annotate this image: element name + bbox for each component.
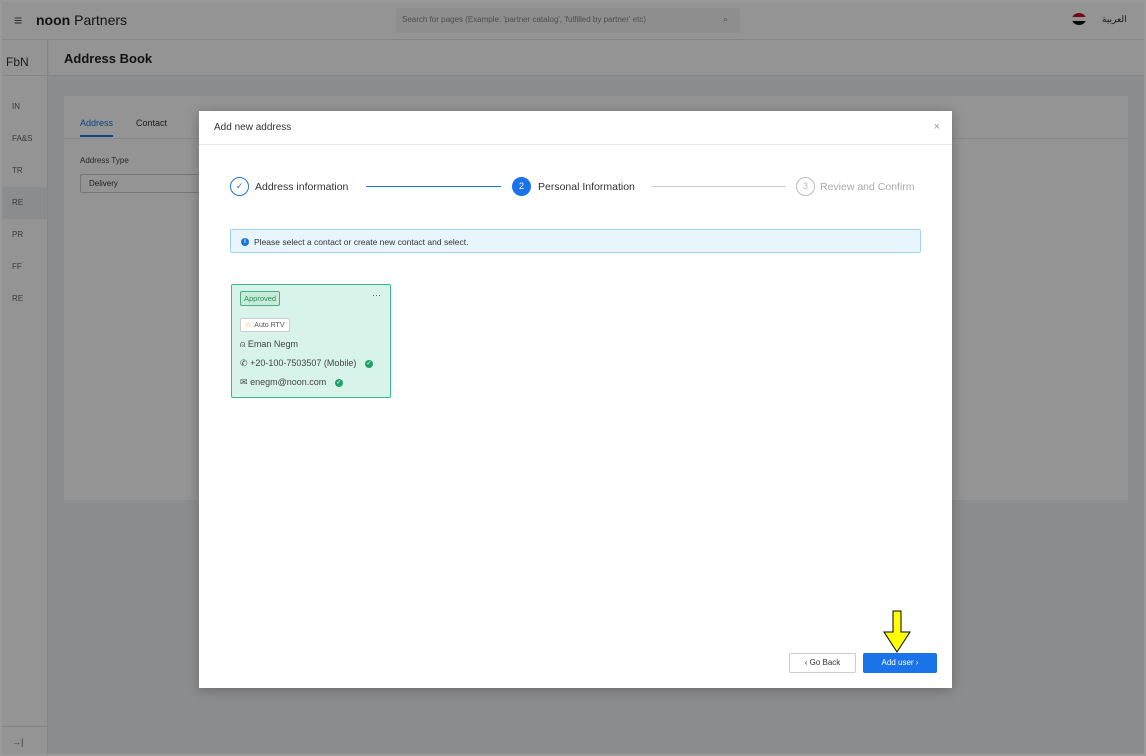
auto-rtv-tag: ☆ Auto RTV xyxy=(240,318,290,332)
info-banner: i Please select a contact or create new … xyxy=(230,229,921,253)
contact-name: Eman Negm xyxy=(247,339,298,349)
step-connector-1 xyxy=(366,186,501,187)
info-message: Please select a contact or create new co… xyxy=(254,237,469,247)
contact-name-row: ⍝ Eman Negm xyxy=(240,339,298,350)
go-back-button[interactable]: ‹ Go Back xyxy=(789,653,856,673)
contact-phone-row: ✆ +20-100-7503507 (Mobile) ✓ xyxy=(240,358,373,369)
chevron-right-icon: › xyxy=(915,658,919,667)
star-icon: ☆ xyxy=(245,322,252,329)
step-3-number: 3 xyxy=(796,177,815,196)
step-2-number: 2 xyxy=(512,177,531,196)
mail-icon: ✉ xyxy=(240,377,248,387)
chevron-left-icon: ‹ xyxy=(804,658,808,667)
add-user-button[interactable]: Add user › xyxy=(863,653,937,673)
more-options-icon[interactable]: ··· xyxy=(372,290,381,300)
contact-email-row: ✉ enegm@noon.com ✓ xyxy=(240,377,343,388)
contact-card[interactable]: Approved ··· ☆ Auto RTV ⍝ Eman Negm ✆ +20… xyxy=(231,284,391,398)
step-connector-2 xyxy=(651,186,786,187)
status-badge: Approved xyxy=(240,291,281,306)
modal-header: Add new address × xyxy=(199,111,952,145)
user-icon: ⍝ xyxy=(240,339,246,349)
step-1-label: Address information xyxy=(255,181,349,193)
auto-rtv-label: Auto RTV xyxy=(254,322,285,329)
close-icon[interactable]: × xyxy=(934,121,940,133)
verified-icon: ✓ xyxy=(334,378,343,387)
step-2-label: Personal Information xyxy=(538,181,635,193)
modal-title: Add new address xyxy=(214,122,292,133)
yellow-arrow-annotation-icon xyxy=(883,610,911,653)
info-icon: i xyxy=(241,238,249,246)
contact-phone: +20-100-7503507 (Mobile) xyxy=(250,358,357,368)
add-user-label: Add user xyxy=(881,658,914,667)
step-1-check-icon: ✓ xyxy=(230,177,249,196)
verified-icon: ✓ xyxy=(364,359,373,368)
contact-email: enegm@noon.com xyxy=(250,377,327,387)
go-back-label: Go Back xyxy=(809,658,841,667)
phone-icon: ✆ xyxy=(240,358,248,368)
app-frame: ≡ noon Partners Search for pages (Exampl… xyxy=(0,0,1146,756)
add-address-modal: Add new address × ✓ Address information … xyxy=(199,111,952,688)
step-3-label: Review and Confirm xyxy=(820,181,915,193)
